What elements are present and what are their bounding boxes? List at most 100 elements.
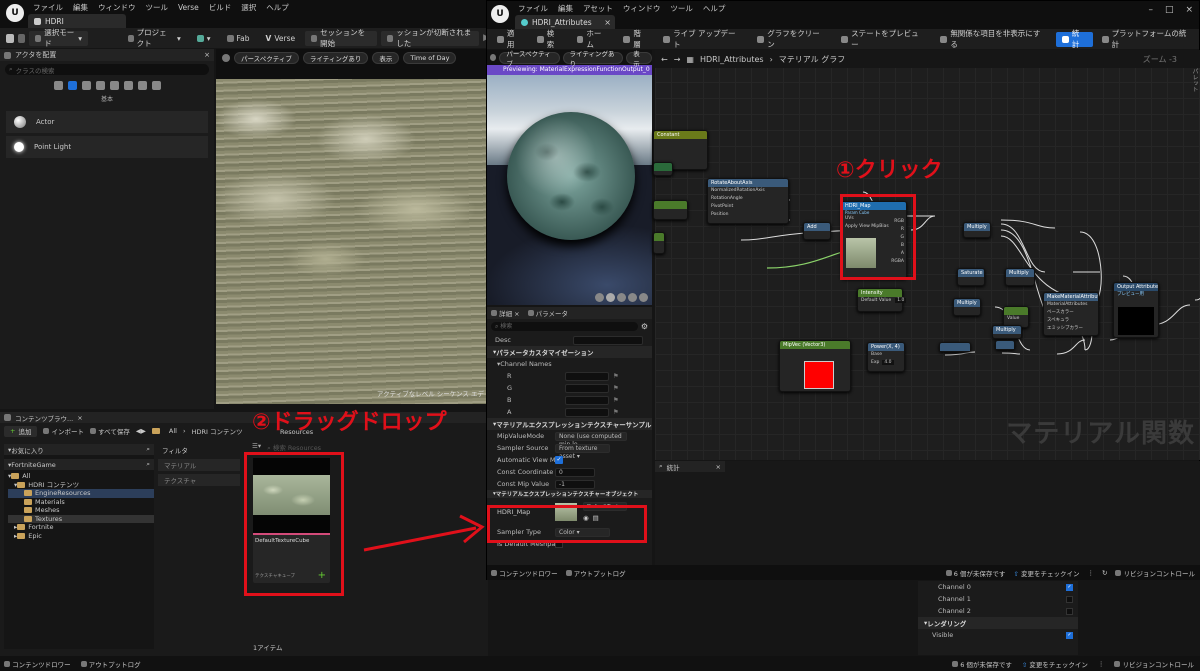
make-attr-pin[interactable]: ベースカラー bbox=[1044, 309, 1098, 317]
output-attributes-node[interactable]: Output Attributes プレビュー用 bbox=[1113, 282, 1159, 338]
right-menu-item[interactable]: ウィンドウ bbox=[618, 2, 666, 15]
saturate-node[interactable]: Saturate bbox=[957, 268, 985, 286]
recent-icon[interactable] bbox=[53, 81, 63, 90]
left-menu-item[interactable]: Verse bbox=[173, 1, 204, 14]
viewport-menu-icon[interactable] bbox=[222, 54, 230, 62]
channel-field[interactable] bbox=[565, 407, 609, 417]
tree-item-epic[interactable]: ▸ Epic bbox=[8, 532, 154, 541]
volumes-icon[interactable] bbox=[137, 81, 147, 90]
filter-material[interactable]: マテリアル bbox=[158, 459, 240, 471]
multiply-node[interactable]: Multiply bbox=[963, 222, 991, 238]
home-button[interactable]: ホーム bbox=[571, 29, 615, 49]
tree-item-hdri[interactable]: ▾ HDRI コンテンツ bbox=[8, 481, 154, 490]
left-menu-item[interactable]: ヘルプ bbox=[261, 1, 294, 14]
section-texture-object[interactable]: ▾ マテリアルエクスプレッションテクスチャーオブジェクト bbox=[487, 490, 652, 498]
channel-field[interactable] bbox=[565, 371, 609, 381]
mip-mode-dropdown[interactable]: None (use computed mip le bbox=[555, 431, 627, 448]
rotate-pin[interactable]: Position bbox=[708, 211, 788, 219]
intensity-node[interactable]: Intensity Default Value 1.0 bbox=[857, 288, 907, 312]
hierarchy-button[interactable]: 階層 bbox=[617, 29, 654, 49]
shapes-icon[interactable] bbox=[95, 81, 105, 90]
make-attr-pin[interactable]: スペキュラ bbox=[1044, 317, 1098, 325]
time-of-day-button[interactable]: Time of Day bbox=[403, 52, 457, 64]
right-menu-item[interactable]: ヘルプ bbox=[698, 2, 731, 15]
power-node[interactable]: Power(X, 4) Base Exp 4.0 bbox=[867, 342, 905, 372]
filter-texture[interactable]: テクスチャ bbox=[158, 474, 240, 486]
close-icon[interactable]: × bbox=[77, 414, 82, 422]
unsaved-indicator[interactable]: 6 個が未保存です bbox=[952, 659, 1012, 669]
project-header[interactable]: ▾ FortniteGame ⌕ bbox=[4, 459, 154, 470]
section-texture-sample[interactable]: ▾ マテリアルエクスプレッションテクスチャーサンプル bbox=[487, 418, 652, 430]
flag-icon[interactable]: ⚑ bbox=[613, 396, 619, 404]
tree-item-materials[interactable]: Materials bbox=[8, 498, 154, 507]
rotate-pin[interactable]: PivotPoint bbox=[708, 203, 788, 211]
constant-small-node[interactable] bbox=[653, 162, 673, 176]
flag-icon[interactable]: ⚑ bbox=[613, 384, 619, 392]
cinematic-icon[interactable] bbox=[109, 81, 119, 90]
close-icon[interactable]: × bbox=[604, 18, 611, 27]
multiply-node[interactable]: Multiply bbox=[953, 298, 981, 316]
channel2-checkbox[interactable] bbox=[1066, 607, 1073, 615]
default-value-label[interactable]: Default Value 1.0 bbox=[858, 297, 907, 305]
save-icon[interactable] bbox=[6, 33, 14, 43]
channel-names-row[interactable]: ▾ Channel Names bbox=[487, 358, 652, 370]
rotate-pin[interactable]: RotationAngle bbox=[708, 195, 788, 203]
multiply-node[interactable]: Multiply bbox=[1005, 268, 1035, 286]
teapot-icon[interactable] bbox=[639, 293, 648, 302]
apply-button[interactable]: 適用 bbox=[491, 29, 528, 49]
class-search-input[interactable]: ⌕ クラスの検索 bbox=[5, 64, 209, 75]
project-button[interactable]: プロジェクト ▾ bbox=[122, 28, 187, 48]
material-doc-tab[interactable]: HDRI_Attributes × bbox=[515, 15, 615, 29]
content-icon[interactable] bbox=[17, 33, 26, 43]
path-all[interactable]: All bbox=[169, 427, 177, 435]
level-viewport[interactable]: パースペクティブ ライティングあり 表示 Time of Day アクティブなレ… bbox=[216, 49, 488, 404]
favorites-header[interactable]: ▾ お気に入り ⌕ bbox=[4, 444, 154, 455]
select-mode-button[interactable]: 選択モード ▾ bbox=[29, 28, 89, 48]
viewport-perspective-button[interactable]: パースペクティブ bbox=[234, 52, 299, 64]
minimize-icon[interactable]: – bbox=[1148, 5, 1153, 15]
left-menu-item[interactable]: ビルド bbox=[204, 1, 237, 14]
content-drawer-button[interactable]: コンテンツドロワー bbox=[4, 659, 71, 669]
right-menu-item[interactable]: ファイル bbox=[513, 2, 553, 15]
mip-vector-node[interactable]: MipVec (Vector3) bbox=[779, 340, 851, 392]
verse-button[interactable]: V Verse bbox=[260, 31, 302, 46]
rotate-about-axis-node[interactable]: RotateAboutAxis NormalizedRotationAxis Rot… bbox=[707, 178, 789, 224]
rendering-section[interactable]: ▾ レンダリング bbox=[918, 617, 1078, 629]
output-subtitle[interactable]: プレビュー用 bbox=[1114, 291, 1158, 299]
settings-icon[interactable]: ⚙ bbox=[641, 322, 648, 331]
close-icon[interactable]: × bbox=[716, 463, 721, 471]
light-icon[interactable] bbox=[81, 81, 91, 90]
right-menu-item[interactable]: ツール bbox=[665, 2, 698, 15]
point-light-item[interactable]: Point Light bbox=[6, 136, 208, 158]
power-base-pin[interactable]: Base bbox=[868, 351, 904, 359]
power-exp-value[interactable]: 4.0 bbox=[882, 360, 894, 365]
value-node[interactable] bbox=[653, 200, 688, 220]
blueprint-button[interactable]: ▾ bbox=[191, 31, 217, 46]
viewport-show-button[interactable]: 表示 bbox=[372, 52, 400, 64]
section-parameter-customization[interactable]: ▾ パラメータカスタマイゼーション bbox=[487, 346, 652, 358]
close-icon[interactable]: × bbox=[204, 51, 210, 59]
tab-details[interactable]: 詳細 × bbox=[491, 308, 520, 318]
add-node[interactable]: Add bbox=[803, 222, 831, 240]
small-node[interactable] bbox=[939, 342, 971, 352]
sphere-icon[interactable] bbox=[606, 293, 615, 302]
channel1-checkbox[interactable] bbox=[1066, 595, 1073, 603]
preview-lighting-button[interactable]: ライティングあり bbox=[562, 50, 624, 68]
flag-icon[interactable]: ⚑ bbox=[613, 408, 619, 416]
left-menu-item[interactable]: 選択 bbox=[236, 1, 261, 14]
search-icon[interactable]: ⌕ bbox=[146, 460, 150, 469]
desc-field[interactable] bbox=[573, 335, 643, 345]
const-mip-field[interactable]: -1 bbox=[555, 479, 595, 489]
make-attr-pin[interactable]: エミッシブカラー bbox=[1044, 325, 1098, 333]
visible-checkbox[interactable]: ✓ bbox=[1066, 631, 1073, 639]
auto-mip-checkbox[interactable]: ✓ bbox=[555, 456, 563, 464]
left-menu-item[interactable]: 編集 bbox=[68, 1, 93, 14]
flag-icon[interactable]: ⚑ bbox=[613, 372, 619, 380]
basic-icon[interactable] bbox=[67, 81, 77, 90]
fab-button[interactable]: Fab bbox=[221, 31, 256, 46]
const-coordinate-field[interactable]: 0 bbox=[555, 467, 595, 477]
preview-state-button[interactable]: ステートをプレビュー bbox=[835, 29, 931, 49]
add-button[interactable]: + 追加 bbox=[4, 425, 38, 437]
left-menu-item[interactable]: ウィンドウ bbox=[93, 1, 141, 14]
revision-control-button[interactable]: リビジョンコントロール bbox=[1114, 659, 1194, 669]
